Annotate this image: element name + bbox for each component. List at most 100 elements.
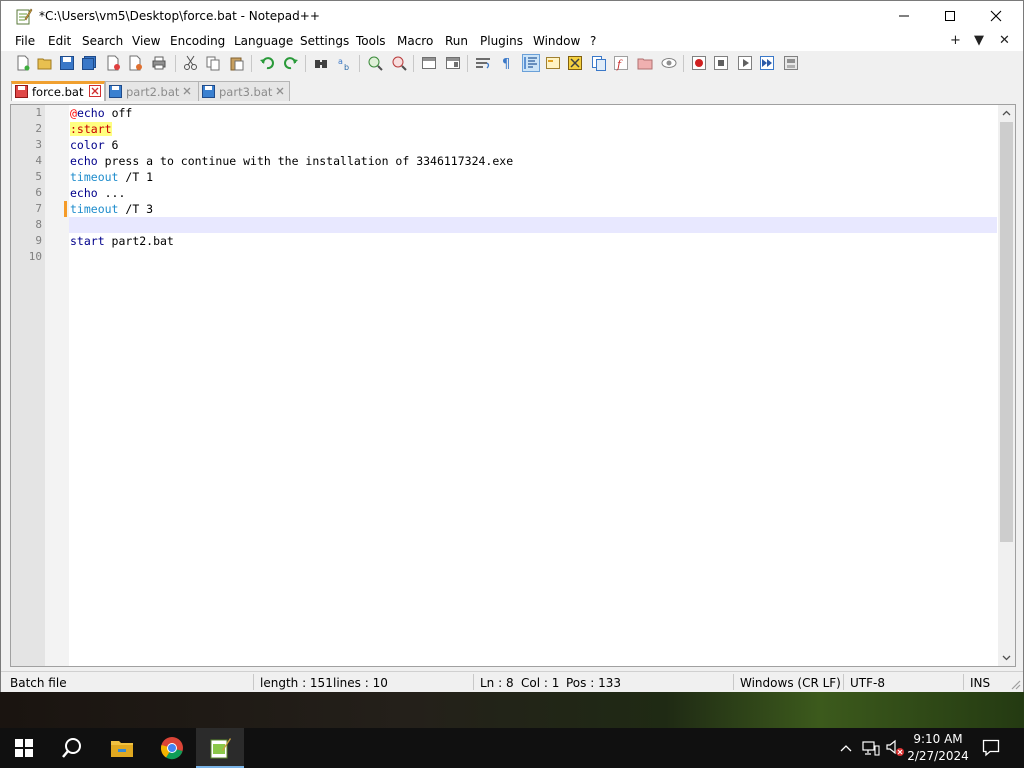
saved-file-icon bbox=[202, 85, 215, 98]
folder-icon bbox=[111, 741, 133, 757]
menu-view[interactable]: View bbox=[132, 34, 160, 48]
notepadpp-window: *C:\Users\vm5\Desktop\force.bat - Notepa… bbox=[0, 0, 1024, 692]
notification-center-icon[interactable] bbox=[982, 739, 1000, 757]
new-file-icon[interactable] bbox=[15, 55, 31, 71]
tab-close-icon[interactable] bbox=[181, 85, 193, 97]
stop-recording-icon[interactable] bbox=[713, 55, 729, 71]
save-icon[interactable] bbox=[59, 55, 75, 71]
save-macro-icon[interactable] bbox=[783, 55, 799, 71]
taskbar-file-explorer[interactable] bbox=[98, 728, 146, 768]
user-defined-language-icon[interactable] bbox=[545, 55, 561, 71]
record-macro-icon[interactable] bbox=[691, 55, 707, 71]
code-text: 6 bbox=[104, 138, 119, 152]
save-all-icon[interactable] bbox=[81, 55, 97, 71]
close-file-icon[interactable] bbox=[105, 55, 121, 71]
close-tab-x-button[interactable]: ✕ bbox=[999, 33, 1010, 48]
new-tab-plus-button[interactable]: + bbox=[950, 33, 961, 48]
code-text: /T 3 bbox=[118, 202, 154, 216]
notepadpp-app-icon bbox=[16, 8, 33, 25]
tab-part3-bat[interactable]: part3.bat bbox=[198, 81, 290, 101]
keyword: echo bbox=[76, 106, 105, 120]
menu-bar: File Edit Search View Encoding Language … bbox=[1, 31, 1023, 51]
menu-language[interactable]: Language bbox=[234, 34, 293, 48]
toolbar-separator bbox=[683, 55, 684, 72]
keyword: start bbox=[70, 234, 105, 248]
sync-horizontal-icon[interactable] bbox=[445, 55, 461, 71]
editor-area[interactable]: 1 2 3 4 5 6 7 8 9 10 @echo off :start co… bbox=[10, 104, 1016, 667]
function-list-icon[interactable]: f bbox=[613, 55, 629, 71]
tab-list-dropdown-button[interactable]: ▼ bbox=[974, 33, 984, 48]
document-list-icon[interactable] bbox=[591, 55, 607, 71]
line-number: 1 bbox=[35, 106, 42, 119]
tab-force-bat[interactable]: force.bat bbox=[11, 81, 105, 101]
playback-macro-icon[interactable] bbox=[737, 55, 753, 71]
svg-text:a: a bbox=[338, 57, 343, 66]
scroll-up-arrow-icon[interactable] bbox=[1002, 109, 1011, 118]
show-hidden-icons-chevron-icon[interactable] bbox=[840, 743, 852, 753]
word-wrap-icon[interactable] bbox=[475, 55, 491, 71]
network-icon[interactable] bbox=[862, 740, 880, 756]
line-number: 7 bbox=[35, 202, 42, 215]
tab-close-icon[interactable] bbox=[89, 85, 101, 97]
code-line-2: :start bbox=[70, 121, 112, 137]
resize-grip-icon[interactable] bbox=[1009, 678, 1021, 690]
tab-close-icon[interactable] bbox=[274, 85, 286, 97]
open-file-icon[interactable] bbox=[37, 55, 53, 71]
vertical-scrollbar[interactable] bbox=[998, 105, 1015, 666]
menu-tools[interactable]: Tools bbox=[356, 34, 386, 48]
document-map-icon[interactable] bbox=[567, 55, 583, 71]
folder-as-workspace-icon[interactable] bbox=[637, 55, 653, 71]
menu-encoding[interactable]: Encoding bbox=[170, 34, 225, 48]
menu-search[interactable]: Search bbox=[82, 34, 123, 48]
maximize-button[interactable] bbox=[927, 1, 973, 31]
search-button[interactable] bbox=[48, 728, 96, 768]
start-button[interactable] bbox=[0, 728, 48, 768]
toolbar-separator bbox=[251, 55, 252, 72]
minimize-button[interactable] bbox=[881, 1, 927, 31]
show-all-characters-icon[interactable]: ¶ bbox=[499, 55, 515, 71]
scrollbar-thumb[interactable] bbox=[1000, 122, 1013, 542]
toolbar-separator bbox=[175, 55, 176, 72]
copy-icon[interactable] bbox=[205, 55, 221, 71]
title-bar[interactable]: *C:\Users\vm5\Desktop\force.bat - Notepa… bbox=[1, 1, 1023, 31]
fold-margin[interactable] bbox=[45, 105, 69, 666]
sync-vertical-icon[interactable] bbox=[421, 55, 437, 71]
print-icon[interactable] bbox=[151, 55, 167, 71]
code-line-7: timeout /T 3 bbox=[70, 201, 153, 217]
zoom-out-icon[interactable] bbox=[391, 55, 407, 71]
redo-icon[interactable] bbox=[283, 55, 299, 71]
scroll-down-arrow-icon[interactable] bbox=[1002, 653, 1011, 662]
svg-text:b: b bbox=[344, 63, 349, 71]
toolbar-separator bbox=[359, 55, 360, 72]
clock-time[interactable]: 9:10 AM bbox=[898, 732, 978, 746]
status-line-number: Ln : 8 bbox=[480, 676, 514, 690]
monitoring-eye-icon[interactable] bbox=[661, 55, 677, 71]
line-number: 4 bbox=[35, 154, 42, 167]
status-separator bbox=[473, 674, 474, 690]
find-icon[interactable] bbox=[313, 55, 329, 71]
menu-file[interactable]: File bbox=[15, 34, 35, 48]
menu-settings[interactable]: Settings bbox=[300, 34, 349, 48]
run-macro-multiple-icon[interactable] bbox=[759, 55, 775, 71]
taskbar-notepadpp[interactable] bbox=[196, 728, 244, 768]
indent-guide-icon[interactable] bbox=[522, 54, 540, 72]
tab-label: part2.bat bbox=[126, 85, 180, 99]
menu-run[interactable]: Run bbox=[445, 34, 468, 48]
close-all-icon[interactable] bbox=[127, 55, 143, 71]
undo-icon[interactable] bbox=[259, 55, 275, 71]
replace-icon[interactable]: ab bbox=[337, 55, 353, 71]
close-window-button[interactable] bbox=[973, 1, 1019, 31]
taskbar-chrome[interactable] bbox=[148, 728, 196, 768]
menu-help[interactable]: ? bbox=[590, 34, 596, 48]
menu-edit[interactable]: Edit bbox=[48, 34, 71, 48]
paste-icon[interactable] bbox=[229, 55, 245, 71]
menu-plugins[interactable]: Plugins bbox=[480, 34, 523, 48]
code-line-3: color 6 bbox=[70, 137, 118, 153]
menu-window[interactable]: Window bbox=[533, 34, 580, 48]
windows-taskbar: 9:10 AM 2/27/2024 bbox=[0, 728, 1024, 768]
clock-date[interactable]: 2/27/2024 bbox=[898, 749, 978, 763]
menu-macro[interactable]: Macro bbox=[397, 34, 433, 48]
cut-icon[interactable] bbox=[183, 55, 199, 71]
zoom-in-icon[interactable] bbox=[367, 55, 383, 71]
tab-part2-bat[interactable]: part2.bat bbox=[105, 81, 199, 101]
